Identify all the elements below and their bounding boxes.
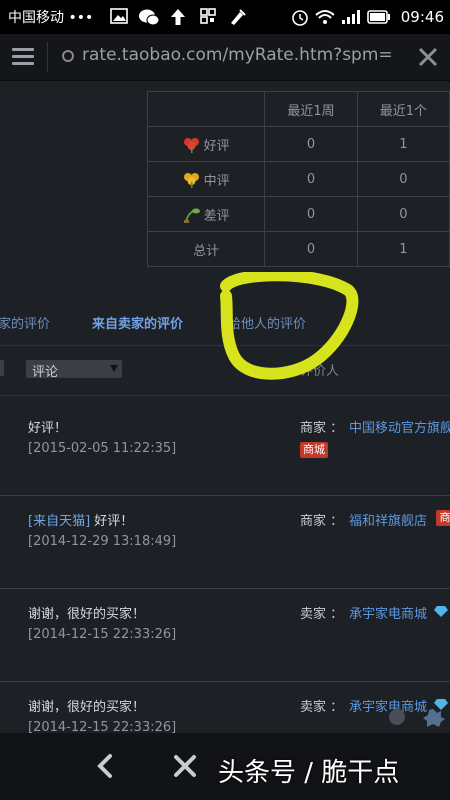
signal-icon (341, 10, 360, 24)
table-cell: 0 (264, 196, 358, 232)
rater-role: 商家 ： (300, 421, 344, 436)
rater-role: 商家 ： (300, 514, 344, 529)
rating-stats-table: 最近1周 最近1个 好评 0 1 中评 0 0 差评 0 0 总计 0 1 (146, 91, 450, 267)
review-item: 谢谢，很好的买家！ [2014-12-15 22:33:26] 卖家 ： 承宇家… (0, 682, 450, 733)
shop-link[interactable]: 中国移动官方旗舰 (349, 417, 450, 436)
browser-toolbar: rate.taobao.com/myRate.htm?spm= (0, 34, 450, 81)
table-cell: 0 (356, 161, 450, 197)
yellow-flower-icon (183, 172, 199, 188)
table-cell: 0 (264, 231, 358, 267)
avatar-icon (389, 709, 405, 725)
table-row: 总计 0 1 (146, 231, 450, 267)
close-icon[interactable] (410, 39, 446, 75)
rating-label: 差评 (203, 208, 230, 224)
upload-arrow-icon (171, 9, 185, 25)
table-cell: 0 (264, 161, 358, 197)
review-comment-text: 好评！ (94, 514, 134, 529)
diamond-icon (434, 606, 448, 617)
status-right: 09:46 (291, 6, 444, 28)
rating-label-cell: 差评 (146, 196, 266, 232)
image-icon (110, 8, 128, 24)
watermark: 头条号 / 脆干点 (218, 758, 400, 788)
status-bar: 中国移动 ••• 09:46 (0, 0, 450, 34)
table-header-cell: 最近1周 (264, 91, 358, 127)
dropdown-arrow-icon (110, 365, 118, 372)
rating-label-cell: 中评 (146, 161, 266, 197)
review-comment: [来自天猫] 好评！ (28, 510, 133, 529)
red-flower-icon (183, 137, 199, 153)
rating-filter-select[interactable] (0, 360, 4, 376)
review-date: [2015-02-05 11:22:35] (28, 441, 177, 456)
table-cell: 1 (356, 126, 450, 162)
menu-icon[interactable] (12, 48, 34, 66)
review-comment: 谢谢，很好的买家！ (28, 700, 146, 715)
table-row: 中评 0 0 (146, 161, 450, 197)
table-row: 差评 0 0 (146, 196, 450, 232)
table-header-row: 最近1周 最近1个 (146, 91, 450, 127)
review-item: 谢谢，很好的买家！ [2014-12-15 22:33:26] 卖家 ： 承宇家… (0, 589, 450, 682)
back-icon[interactable] (90, 751, 120, 781)
cleaner-icon (231, 9, 246, 25)
tab-from-sellers[interactable]: 来自卖家的评价 (92, 313, 183, 332)
review-date: [2014-12-15 22:33:26] (28, 627, 177, 642)
wifi-icon (315, 10, 335, 24)
carrier-label: 中国移动 ••• (8, 10, 94, 26)
select-value: 评论 (32, 365, 59, 380)
table-cell: 0 (264, 126, 358, 162)
floating-icons (389, 709, 445, 727)
battery-icon (366, 10, 390, 24)
toolbar-divider (47, 42, 48, 72)
rater-role: 卖家 ： (300, 700, 344, 715)
alarm-icon (291, 10, 308, 26)
table-cell: 0 (356, 196, 450, 232)
highlight-annotation (220, 272, 359, 380)
close-icon[interactable] (170, 751, 200, 781)
rating-label: 中评 (203, 173, 230, 189)
rating-label-cell: 总计 (146, 231, 266, 267)
tab-from-buyers[interactable]: 家的评价 (0, 313, 50, 332)
tmall-tag[interactable]: [来自天猫] (28, 514, 90, 529)
table-header-cell: 最近1个 (356, 91, 450, 127)
shop-link[interactable]: 福和祥旗舰店 (349, 510, 427, 529)
review-item: 好评！ [2015-02-05 11:22:35] 商家 ： 中国移动官方旗舰 … (0, 403, 450, 496)
review-comment: 谢谢，很好的买家！ (28, 607, 146, 622)
grid-icon (200, 8, 216, 24)
site-icon (62, 50, 74, 62)
shop-link[interactable]: 承宇家电商城 (349, 603, 427, 622)
rater-role: 卖家 ： (300, 607, 344, 622)
comment-filter-select[interactable]: 评论 (26, 360, 122, 380)
rating-label: 好评 (203, 138, 230, 154)
wechat-icon (139, 9, 160, 26)
clock: 09:46 (400, 8, 444, 26)
review-comment: 好评！ (28, 421, 68, 436)
review-date: [2014-12-29 13:18:49] (28, 534, 177, 549)
rating-label-cell: 好评 (146, 126, 266, 162)
shop-badge: 商 (436, 510, 450, 526)
table-row: 好评 0 1 (146, 126, 450, 162)
address-bar[interactable]: rate.taobao.com/myRate.htm?spm= (82, 45, 404, 65)
sprout-icon (183, 208, 200, 223)
mall-badge: 商城 (300, 442, 328, 458)
table-header-cell (146, 91, 266, 127)
filter-divider (0, 395, 450, 396)
settings-icon (423, 709, 445, 727)
review-item: [来自天猫] 好评！ [2014-12-29 13:18:49] 商家 ： 福和… (0, 496, 450, 589)
review-date: [2014-12-15 22:33:26] (28, 720, 177, 733)
page-content: 最近1周 最近1个 好评 0 1 中评 0 0 差评 0 0 总计 0 1 家的… (0, 81, 450, 733)
table-cell: 1 (356, 231, 450, 267)
